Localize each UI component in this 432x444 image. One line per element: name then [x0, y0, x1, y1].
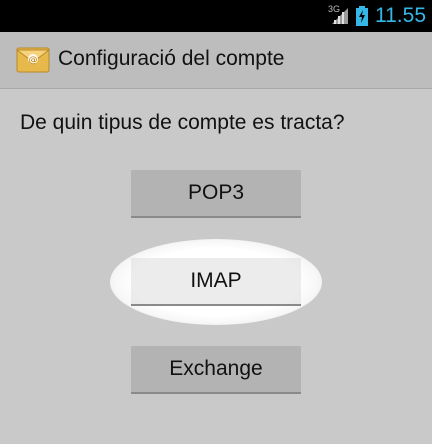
- email-app-icon[interactable]: @: [16, 44, 50, 76]
- pop3-button[interactable]: POP3: [131, 170, 301, 218]
- exchange-button[interactable]: Exchange: [131, 346, 301, 394]
- account-type-question: De quin tipus de compte es tracta?: [20, 111, 345, 134]
- action-bar: @ Configuració del compte: [0, 32, 432, 89]
- svg-text:@: @: [29, 56, 38, 66]
- clock: 11.55: [375, 4, 426, 27]
- battery-charging-icon: [356, 6, 368, 26]
- imap-button[interactable]: IMAP: [131, 258, 301, 306]
- signal-icon: [332, 8, 348, 24]
- screen-title: Configuració del compte: [58, 47, 285, 70]
- account-type-panel: De quin tipus de compte es tracta? POP3 …: [0, 89, 432, 444]
- status-bar: 3G 11.55: [0, 0, 432, 32]
